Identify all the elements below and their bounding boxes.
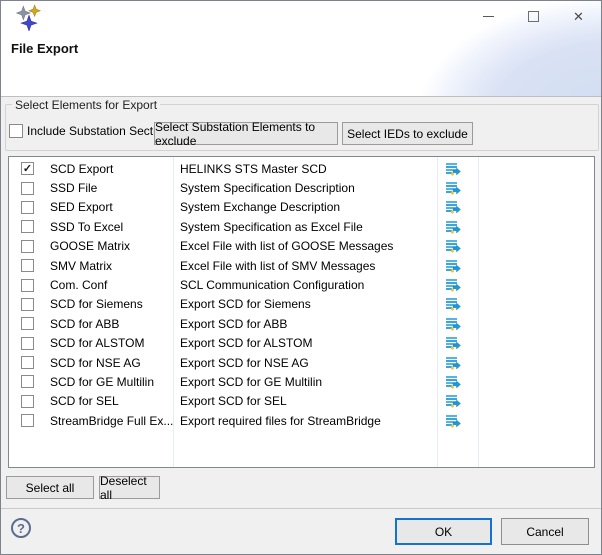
row-name: SSD To Excel [50, 220, 123, 234]
table-row[interactable]: GOOSE Matrix Excel File with list of GOO… [9, 237, 594, 256]
row-description: System Exchange Description [180, 200, 340, 214]
dialog-banner: ✕ File Export [1, 1, 601, 97]
close-icon: ✕ [573, 10, 584, 23]
row-checkbox[interactable] [21, 182, 34, 195]
table-row[interactable]: Com. Conf SCL Communication Configuratio… [9, 275, 594, 294]
table-row[interactable]: ✓ SCD Export HELINKS STS Master SCD [9, 159, 594, 178]
row-description: SCL Communication Configuration [180, 278, 364, 292]
row-name: SCD for ALSTOM [50, 336, 144, 350]
row-checkbox[interactable] [21, 240, 34, 253]
row-checkbox[interactable] [21, 356, 34, 369]
row-checkbox[interactable] [21, 220, 34, 233]
row-description: Excel File with list of GOOSE Messages [180, 239, 393, 253]
row-name: GOOSE Matrix [50, 239, 130, 253]
row-name: SED Export [50, 200, 113, 214]
export-config-icon[interactable] [445, 161, 461, 177]
table-row[interactable]: SCD for ALSTOM Export SCD for ALSTOM [9, 334, 594, 353]
row-checkbox[interactable]: ✓ [21, 162, 34, 175]
export-options-table[interactable]: ✓ SCD Export HELINKS STS Master SCD SSD … [8, 156, 595, 468]
row-name: SCD for GE Multilin [50, 375, 154, 389]
minimize-icon [483, 16, 494, 17]
close-button[interactable]: ✕ [556, 1, 601, 31]
select-substation-elements-button[interactable]: Select Substation Elements to exclude [154, 122, 338, 145]
export-config-icon[interactable] [445, 413, 461, 429]
table-row[interactable]: SCD for ABB Export SCD for ABB [9, 314, 594, 333]
include-substation-row: Include Substation Section [9, 124, 169, 138]
cancel-button[interactable]: Cancel [501, 518, 589, 545]
export-config-icon[interactable] [445, 219, 461, 235]
include-substation-label: Include Substation Section [27, 124, 169, 138]
select-ieds-button[interactable]: Select IEDs to exclude [342, 122, 473, 145]
row-description: Excel File with list of SMV Messages [180, 259, 375, 273]
export-config-icon[interactable] [445, 355, 461, 371]
deselect-all-button[interactable]: Deselect all [99, 476, 160, 499]
select-all-button[interactable]: Select all [6, 476, 94, 499]
select-elements-group: Select Elements for Export Include Subst… [5, 104, 599, 151]
row-description: System Specification Description [180, 181, 355, 195]
include-substation-checkbox[interactable] [9, 124, 23, 138]
table-row[interactable]: SCD for NSE AG Export SCD for NSE AG [9, 353, 594, 372]
export-config-icon[interactable] [445, 277, 461, 293]
row-checkbox[interactable] [21, 395, 34, 408]
helinks-sts-logo-icon [15, 4, 43, 31]
row-name: SCD for Siemens [50, 297, 143, 311]
row-description: Export SCD for Siemens [180, 297, 311, 311]
table-row[interactable]: SSD To Excel System Specification as Exc… [9, 217, 594, 236]
row-checkbox[interactable] [21, 259, 34, 272]
export-config-icon[interactable] [445, 316, 461, 332]
table-row[interactable]: SED Export System Exchange Description [9, 198, 594, 217]
titlebar[interactable]: ✕ [1, 1, 601, 33]
maximize-icon [528, 11, 539, 22]
export-config-icon[interactable] [445, 296, 461, 312]
row-checkbox[interactable] [21, 298, 34, 311]
maximize-button[interactable] [511, 1, 556, 31]
row-name: SMV Matrix [50, 259, 112, 273]
row-name: SCD Export [50, 162, 113, 176]
row-description: Export SCD for ALSTOM [180, 336, 313, 350]
row-checkbox[interactable] [21, 414, 34, 427]
row-name: StreamBridge Full Ex... [50, 414, 173, 428]
export-config-icon[interactable] [445, 335, 461, 351]
export-table-rows: ✓ SCD Export HELINKS STS Master SCD SSD … [9, 159, 594, 430]
table-row[interactable]: StreamBridge Full Ex... Export required … [9, 411, 594, 430]
table-row[interactable]: SMV Matrix Excel File with list of SMV M… [9, 256, 594, 275]
row-checkbox[interactable] [21, 317, 34, 330]
table-row[interactable]: SCD for SEL Export SCD for SEL [9, 392, 594, 411]
row-name: Com. Conf [50, 278, 107, 292]
row-description: Export SCD for SEL [180, 394, 287, 408]
row-description: System Specification as Excel File [180, 220, 363, 234]
row-checkbox[interactable] [21, 279, 34, 292]
export-config-icon[interactable] [445, 238, 461, 254]
footer-separator [1, 508, 601, 509]
table-row[interactable]: SCD for GE Multilin Export SCD for GE Mu… [9, 372, 594, 391]
ok-button[interactable]: OK [395, 518, 492, 545]
help-icon: ? [17, 521, 25, 536]
group-label: Select Elements for Export [12, 98, 160, 112]
export-config-icon[interactable] [445, 258, 461, 274]
minimize-button[interactable] [466, 1, 511, 31]
export-config-icon[interactable] [445, 180, 461, 196]
table-row[interactable]: SSD File System Specification Descriptio… [9, 178, 594, 197]
row-description: Export SCD for GE Multilin [180, 375, 322, 389]
row-checkbox[interactable] [21, 375, 34, 388]
row-name: SSD File [50, 181, 97, 195]
row-name: SCD for ABB [50, 317, 119, 331]
row-name: SCD for NSE AG [50, 356, 141, 370]
export-config-icon[interactable] [445, 393, 461, 409]
page-title: File Export [11, 41, 78, 56]
table-row[interactable]: SCD for Siemens Export SCD for Siemens [9, 295, 594, 314]
row-description: Export SCD for ABB [180, 317, 287, 331]
file-export-dialog: ✕ File Export Select Elements for Export… [0, 0, 602, 555]
export-config-icon[interactable] [445, 199, 461, 215]
row-description: Export required files for StreamBridge [180, 414, 381, 428]
row-description: Export SCD for NSE AG [180, 356, 309, 370]
export-config-icon[interactable] [445, 374, 461, 390]
row-checkbox[interactable] [21, 337, 34, 350]
row-checkbox[interactable] [21, 201, 34, 214]
row-description: HELINKS STS Master SCD [180, 162, 327, 176]
row-name: SCD for SEL [50, 394, 119, 408]
help-button[interactable]: ? [11, 518, 31, 538]
window-controls: ✕ [466, 1, 601, 31]
